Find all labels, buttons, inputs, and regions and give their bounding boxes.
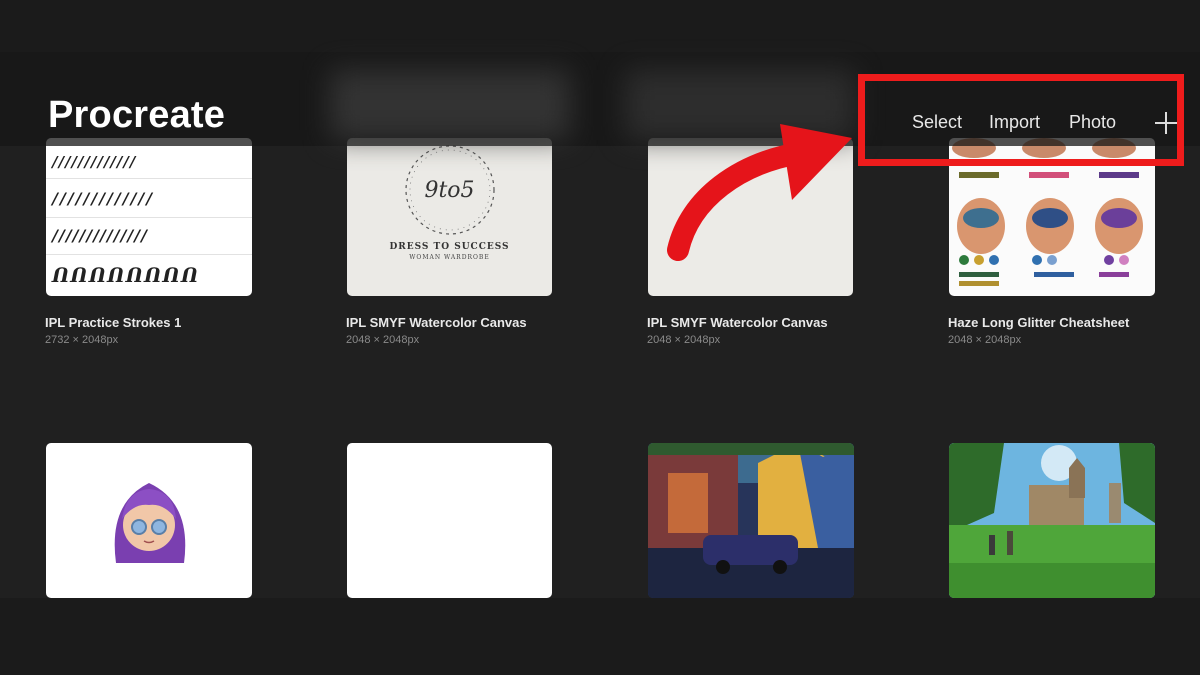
artwork-dimensions: 2048 × 2048px: [346, 334, 420, 346]
stroke-marks: //////////////: [52, 226, 148, 245]
artwork-title[interactable]: Haze Long Glitter Cheatsheet: [948, 315, 1129, 330]
stroke-row: /////////////: [46, 179, 252, 218]
stroke-marks: /////////////: [52, 189, 154, 208]
stroke-marks: ՈՈՈՈՈՈՈՈ: [52, 263, 200, 287]
thumb-line1: DRESS TO SUCCESS: [389, 242, 510, 252]
artwork-dimensions: 2048 × 2048px: [647, 334, 721, 346]
wreath-logo: [405, 145, 495, 235]
annotation-arrow-icon: [667, 124, 852, 261]
status-bar-area: [0, 0, 1200, 52]
artwork-thumbnail-practice-strokes[interactable]: ///////////// ///////////// ////////////…: [46, 138, 252, 296]
thumb-logo-text: 9to5: [424, 178, 475, 203]
artwork-thumbnail-watercolor-9to5[interactable]: 9to5 DRESS TO SUCCESS WOMAN WARDROBE: [347, 138, 552, 296]
annotation-highlight-box: [858, 74, 1184, 166]
artwork-dimensions: 2048 × 2048px: [948, 334, 1022, 346]
artwork-title[interactable]: IPL SMYF Watercolor Canvas: [346, 315, 527, 330]
artwork-title[interactable]: IPL Practice Strokes 1: [45, 315, 181, 330]
blurred-header-region: [330, 70, 570, 140]
artwork-title[interactable]: IPL SMYF Watercolor Canvas: [647, 315, 828, 330]
bottom-area: [0, 598, 1200, 675]
artwork-thumbnail-street-scene[interactable]: [648, 443, 854, 598]
thumb-line2: WOMAN WARDROBE: [409, 254, 490, 261]
stroke-marks: /////////////: [52, 153, 137, 171]
girl-illustration: [114, 483, 186, 563]
artwork-thumbnail-blank[interactable]: [347, 443, 552, 598]
stroke-row: //////////////: [46, 218, 252, 255]
artwork-thumbnail-meadow-windmill[interactable]: [949, 443, 1155, 598]
artwork-dimensions: 2732 × 2048px: [45, 334, 119, 346]
page-title: Procreate: [48, 94, 226, 136]
meadow-painting: [949, 443, 1155, 598]
street-scene-painting: [648, 443, 854, 598]
artwork-thumbnail-purple-hair-girl[interactable]: [46, 443, 252, 598]
stroke-row: ՈՈՈՈՈՈՈՈ: [46, 255, 252, 296]
